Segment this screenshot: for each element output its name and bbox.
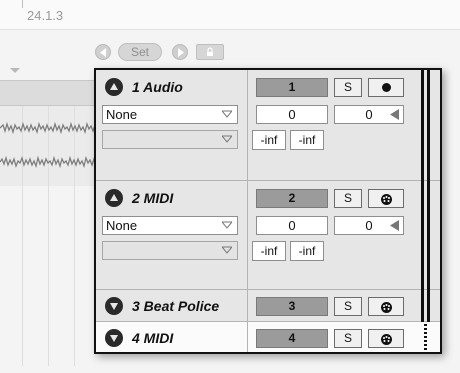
triangle-up-icon (110, 83, 118, 90)
peak-right-field[interactable]: -inf (290, 241, 324, 261)
peak-right-field[interactable]: -inf (290, 130, 324, 150)
midi-connector-icon (381, 302, 392, 313)
arm-button[interactable] (368, 78, 404, 97)
level-meter (414, 322, 440, 352)
triangle-down-icon (110, 335, 118, 342)
track-activator[interactable]: 3 (256, 297, 328, 316)
input-channel-chooser[interactable] (102, 241, 238, 260)
triangle-down-icon (110, 303, 118, 310)
volume-field[interactable]: 0 (256, 216, 328, 235)
track-mixer-controls: 4 S (248, 322, 414, 352)
pan-field[interactable]: 0 (334, 216, 404, 235)
midi-connector-icon (381, 334, 392, 345)
peak-left-field[interactable]: -inf (252, 130, 286, 150)
ruler-tick (22, 0, 23, 8)
pan-value: 0 (365, 218, 373, 233)
peak-left-field[interactable]: -inf (252, 241, 286, 261)
arrangement-header: 24.1.3 (0, 0, 460, 30)
solo-button[interactable]: S (334, 297, 362, 316)
input-channel-chooser[interactable] (102, 130, 238, 149)
solo-button[interactable]: S (334, 329, 362, 348)
arm-button[interactable] (368, 297, 404, 316)
set-button[interactable]: Set (118, 43, 162, 61)
track-name[interactable]: 2 MIDI (132, 190, 173, 206)
chevron-down-icon (222, 221, 232, 229)
level-meter (414, 181, 440, 290)
level-meter (414, 70, 440, 181)
audio-waveform (0, 121, 100, 135)
arrangement-track-header (0, 80, 100, 106)
input-type-chooser[interactable]: None (102, 105, 238, 124)
volume-field[interactable]: 0 (256, 105, 328, 124)
track-header: 1 Audio None (96, 70, 248, 180)
triangle-left-icon (390, 220, 399, 231)
loop-marker-icon (10, 68, 20, 73)
pan-field[interactable]: 0 (334, 105, 404, 124)
pan-value: 0 (365, 107, 373, 122)
fold-track-button[interactable] (105, 189, 123, 207)
track-row[interactable]: 1 Audio None 1 S 0 0 -inf -inf (96, 70, 440, 181)
track-mixer-controls: 1 S 0 0 -inf -inf (248, 70, 414, 180)
track-name[interactable]: 4 MIDI (132, 330, 173, 346)
unfold-track-button[interactable] (105, 297, 123, 315)
meter-left (421, 70, 424, 181)
input-type-chooser[interactable]: None (102, 216, 238, 235)
meter-right (427, 290, 430, 322)
track-name[interactable]: 3 Beat Police (132, 298, 219, 314)
track-activator[interactable]: 2 (256, 189, 328, 208)
grid-line (22, 106, 23, 366)
meter-right (427, 70, 430, 181)
track-activator[interactable]: 1 (256, 78, 328, 97)
arm-button[interactable] (368, 329, 404, 348)
lock-button[interactable] (196, 44, 224, 60)
track-mixer-controls: 3 S (248, 290, 414, 321)
chevron-down-icon (222, 110, 232, 118)
next-set-button[interactable] (172, 44, 188, 60)
meter-left (421, 181, 424, 290)
arrangement-position: 24.1.3 (27, 8, 64, 23)
input-type-value: None (106, 218, 138, 233)
track-name[interactable]: 1 Audio (132, 79, 183, 95)
unfold-track-button[interactable] (105, 329, 123, 347)
track-header: 4 MIDI (96, 322, 248, 352)
track-header: 3 Beat Police (96, 290, 248, 321)
track-activator[interactable]: 4 (256, 329, 328, 348)
lock-icon (207, 47, 213, 56)
track-row[interactable]: 3 Beat Police 3 S (96, 290, 440, 322)
solo-button[interactable]: S (334, 78, 362, 97)
level-meter (414, 290, 440, 322)
midi-connector-icon (381, 194, 392, 205)
meter-dotted (424, 324, 427, 352)
session-mixer-panel: 1 Audio None 1 S 0 0 -inf -inf 2 MIDI No… (94, 68, 442, 354)
triangle-right-icon (178, 48, 184, 57)
arm-button[interactable] (368, 189, 404, 208)
grid-line (48, 106, 49, 366)
audio-waveform (0, 155, 100, 169)
track-row[interactable]: 2 MIDI None 2 S 0 0 -inf -inf (96, 181, 440, 290)
previous-set-button[interactable] (95, 44, 111, 60)
record-dot-icon (382, 83, 391, 92)
triangle-up-icon (110, 194, 118, 201)
chevron-down-icon (222, 135, 232, 143)
meter-left (421, 290, 424, 322)
track-header: 2 MIDI None (96, 181, 248, 289)
solo-button[interactable]: S (334, 189, 362, 208)
meter-right (427, 181, 430, 290)
fold-track-button[interactable] (105, 78, 123, 96)
chevron-down-icon (222, 246, 232, 254)
track-mixer-controls: 2 S 0 0 -inf -inf (248, 181, 414, 289)
input-type-value: None (106, 107, 138, 122)
triangle-left-icon (390, 109, 399, 120)
track-row[interactable]: 4 MIDI 4 S (96, 322, 440, 352)
grid-line (74, 106, 75, 366)
triangle-left-icon (100, 48, 106, 57)
